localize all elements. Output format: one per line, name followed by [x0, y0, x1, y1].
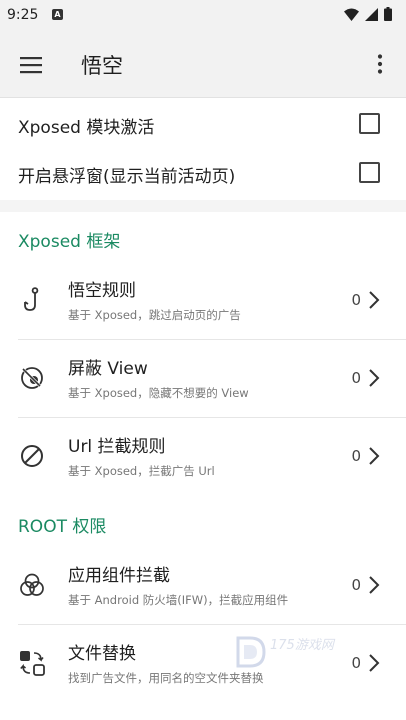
- rule-count: 0: [351, 447, 361, 465]
- signal-icon: [365, 7, 378, 21]
- rule-item-wukong-rules[interactable]: 悟空规则 基于 Xposed，跳过启动页的广告 0: [0, 262, 406, 340]
- app-title: 悟空: [81, 54, 123, 78]
- rule-description: 基于 Xposed，拦截广告 Url: [68, 464, 215, 478]
- rule-title: 屏蔽 View: [68, 359, 148, 379]
- chevron-right-icon: [369, 369, 380, 387]
- rule-title: 文件替换: [68, 644, 136, 664]
- floating-window-checkbox[interactable]: [359, 162, 380, 183]
- more-options-icon[interactable]: [368, 52, 392, 76]
- components-icon: [20, 573, 44, 596]
- setting-floating-window[interactable]: 开启悬浮窗(显示当前活动页): [0, 149, 406, 199]
- setting-xposed-active[interactable]: Xposed 模块激活: [0, 100, 406, 150]
- xposed-active-checkbox[interactable]: [359, 113, 380, 134]
- app-bar: 悟空: [0, 32, 406, 98]
- battery-icon: [384, 7, 392, 21]
- rule-description: 基于 Xposed，跳过启动页的广告: [68, 308, 241, 322]
- watermark-logo-icon: [236, 636, 266, 668]
- rule-item-component-intercept[interactable]: 应用组件拦截 基于 Android 防火墙(IFW)，拦截应用组件 0: [0, 547, 406, 625]
- rule-item-block-view[interactable]: 屏蔽 View 基于 Xposed，隐藏不想要的 View 0: [0, 340, 406, 418]
- rule-count: 0: [351, 369, 361, 387]
- watermark: 175游戏网: [234, 634, 374, 674]
- rule-count: 0: [351, 291, 361, 309]
- notification-icon: A: [52, 9, 63, 20]
- setting-label: 开启悬浮窗(显示当前活动页): [18, 167, 236, 187]
- rule-title: Url 拦截规则: [68, 437, 166, 457]
- hook-icon: [24, 287, 39, 311]
- setting-label: Xposed 模块激活: [18, 118, 155, 138]
- chevron-right-icon: [369, 291, 380, 309]
- eye-off-icon: [21, 367, 43, 389]
- menu-icon[interactable]: [19, 53, 43, 77]
- rule-description: 基于 Xposed，隐藏不想要的 View: [68, 386, 249, 400]
- rule-count: 0: [351, 576, 361, 594]
- section-title-xposed: Xposed 框架: [18, 232, 121, 252]
- block-icon: [21, 445, 43, 467]
- wifi-icon: [344, 8, 359, 21]
- status-bar: 9:25 A: [0, 0, 406, 32]
- rule-title: 应用组件拦截: [68, 566, 170, 586]
- rule-title: 悟空规则: [68, 281, 136, 301]
- status-icons: [344, 7, 392, 21]
- chevron-right-icon: [369, 447, 380, 465]
- rule-item-url-intercept[interactable]: Url 拦截规则 基于 Xposed，拦截广告 Url 0: [0, 418, 406, 496]
- section-title-root: ROOT 权限: [18, 517, 107, 537]
- rule-description: 基于 Android 防火墙(IFW)，拦截应用组件: [68, 593, 289, 607]
- status-time: 9:25: [7, 7, 39, 23]
- section-gap: [0, 200, 406, 212]
- chevron-right-icon: [369, 576, 380, 594]
- watermark-text: 175游戏网: [270, 638, 334, 653]
- file-swap-icon: [20, 651, 45, 676]
